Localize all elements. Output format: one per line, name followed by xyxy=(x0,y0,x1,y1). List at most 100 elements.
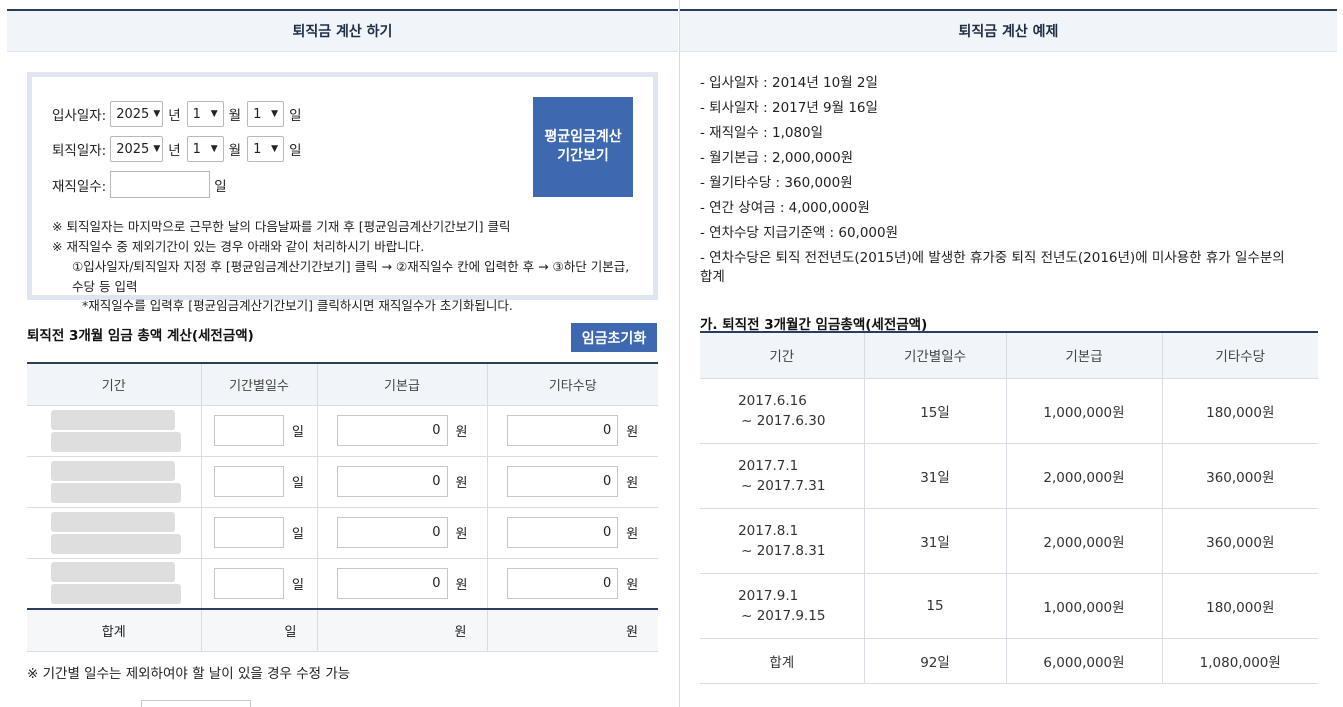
period-placeholder xyxy=(50,409,181,452)
column-header: 기간별일수 xyxy=(200,363,317,406)
sum-other: 원 xyxy=(486,608,658,652)
detail-base-pay: - 월기본급 : 2,000,000원 xyxy=(700,150,854,166)
period-start: 2017.9.1 xyxy=(738,587,799,604)
base-pay-cell: 1,000,000원 xyxy=(1005,378,1162,444)
month-unit: 월 xyxy=(228,143,242,159)
calculator-header: 퇴직금 계산 하기 xyxy=(7,9,678,52)
hire-month-select[interactable]: 1 ▼ xyxy=(186,101,224,127)
column-header: 기타수당 xyxy=(1161,332,1318,379)
column-header: 기간 xyxy=(27,363,201,406)
retire-year-select[interactable]: 2025 ▼ xyxy=(110,136,164,162)
period-end: ~ 2017.7.31 xyxy=(741,477,826,494)
days-input[interactable] xyxy=(214,517,285,548)
days-input[interactable] xyxy=(214,567,285,599)
table-row: 일 0원 0원 xyxy=(27,558,658,610)
base-pay-input[interactable]: 0 xyxy=(336,415,448,446)
base-pay-input[interactable]: 0 xyxy=(336,517,448,548)
hire-date-row: 입사일자: 2025 ▼ 년 1 ▼ 월 1 ▼ 일 xyxy=(52,101,308,127)
period-end: ~ 2017.8.31 xyxy=(741,542,826,559)
note-2: ※ 재직일수 중 제외기간이 있는 경우 아래와 같이 처리하시기 바랍니다. xyxy=(52,239,425,254)
days-unit: 일 xyxy=(292,425,304,440)
period-placeholder xyxy=(50,460,181,503)
base-pay-cell: 2,000,000원 xyxy=(1005,508,1162,574)
other-pay-input[interactable]: 0 xyxy=(507,517,619,548)
won-unit: 원 xyxy=(455,577,468,593)
hire-day-select[interactable]: 1 ▼ xyxy=(247,101,285,127)
table-row: 일 0원 0원 xyxy=(27,507,658,559)
sum-row: 합계 92일 6,000,000원 1,080,000원 xyxy=(700,638,1318,684)
period-cell: 2017.7.1 ~ 2017.7.31 xyxy=(738,456,825,496)
period-placeholder xyxy=(50,511,181,554)
table-row: 일 0원 0원 xyxy=(27,456,658,508)
period-placeholder xyxy=(50,562,181,605)
column-header: 기본급 xyxy=(316,363,487,406)
chevron-down-icon: ▼ xyxy=(153,144,161,154)
wage-section-title: 퇴직전 3개월 임금 총액 계산(세전금액) xyxy=(27,328,254,344)
days-cell: 31일 xyxy=(863,443,1006,509)
column-header: 기간 xyxy=(700,332,864,379)
other-pay-input[interactable]: 0 xyxy=(507,567,619,599)
column-header: 기타수당 xyxy=(486,363,658,406)
retire-day-select[interactable]: 1 ▼ xyxy=(247,136,285,162)
base-pay-cell: 2,000,000원 xyxy=(1005,443,1162,509)
example-header: 퇴직금 계산 예제 xyxy=(680,9,1337,52)
tenure-input[interactable] xyxy=(110,171,211,198)
base-pay-input[interactable]: 0 xyxy=(336,567,448,599)
chevron-down-icon: ▼ xyxy=(210,109,218,119)
view-period-button[interactable]: 평균임금계산 기간보기 xyxy=(533,97,633,197)
retire-date-label: 퇴직일자: xyxy=(52,143,107,159)
next-input-field[interactable] xyxy=(141,700,251,707)
tenure-unit: 일 xyxy=(214,178,227,195)
wage-input-table: 기간 기간별일수 기본급 기타수당 일 0원 0원 일 0원 0원 일 0원 0… xyxy=(27,362,658,652)
retire-date-row: 퇴직일자: 2025 ▼ 년 1 ▼ 월 1 ▼ 일 xyxy=(52,136,308,162)
other-pay-cell: 360,000원 xyxy=(1161,508,1318,574)
period-cell: 2017.9.1 ~ 2017.9.15 xyxy=(738,586,825,626)
column-header: 기본급 xyxy=(1005,332,1162,379)
note-1: ※ 퇴직일자는 마지막으로 근무한 날의 다음날짜를 기재 후 [평균임금계산기… xyxy=(52,219,511,234)
example-table-title: 가. 퇴직전 3개월간 임금총액(세전금액) xyxy=(700,317,928,333)
days-edit-note: ※ 기간별 일수는 제외하여야 할 날이 있을 경우 수정 가능 xyxy=(27,666,351,682)
note-3: ①입사일자/퇴직일자 지정 후 [평균임금계산기간보기] 클릭 → ②재직일수 … xyxy=(72,259,630,294)
days-input[interactable] xyxy=(214,466,285,497)
detail-tenure: - 재직일수 : 1,080일 xyxy=(700,125,824,141)
days-input[interactable] xyxy=(214,415,285,446)
hire-year-select[interactable]: 2025 ▼ xyxy=(110,101,164,127)
chevron-down-icon: ▼ xyxy=(271,144,279,154)
table-row: 2017.7.1 ~ 2017.7.31 31일 2,000,000원 360,0… xyxy=(700,443,1318,509)
month-unit: 월 xyxy=(228,108,242,124)
days-unit: 일 xyxy=(292,476,304,491)
won-unit: 원 xyxy=(626,425,639,440)
detail-bonus: - 연간 상여금 : 4,000,000원 xyxy=(700,200,870,216)
reset-wage-button[interactable]: 임금초기화 xyxy=(571,323,657,352)
chevron-down-icon: ▼ xyxy=(210,144,218,154)
sum-days: 일 xyxy=(200,608,317,652)
instructions: ※ 퇴직일자는 마지막으로 근무한 날의 다음날짜를 기재 후 [평균임금계산기… xyxy=(52,217,642,316)
tenure-row: 재직일수: 일 xyxy=(52,171,227,198)
other-pay-cell: 360,000원 xyxy=(1161,443,1318,509)
chevron-down-icon: ▼ xyxy=(153,109,161,119)
detail-annual-leave-base: - 연차수당 지급기준액 : 60,000원 xyxy=(700,225,899,241)
period-cell: 2017.8.1 ~ 2017.8.31 xyxy=(738,521,825,561)
detail-other-pay: - 월기타수당 : 360,000원 xyxy=(700,175,853,191)
won-unit: 원 xyxy=(626,527,639,542)
date-input-box: 입사일자: 2025 ▼ 년 1 ▼ 월 1 ▼ 일 퇴직일자: 2025 ▼ 년 1 ▼… xyxy=(27,72,658,313)
sum-base: 원 xyxy=(316,608,487,652)
base-pay-input[interactable]: 0 xyxy=(336,466,448,497)
sum-label: 합계 xyxy=(700,638,864,684)
tenure-label: 재직일수: xyxy=(52,178,107,195)
period-start: 2017.7.1 xyxy=(738,457,799,474)
calculator-panel: 퇴직금 계산 하기 입사일자: 2025 ▼ 년 1 ▼ 월 1 ▼ 일 퇴직일자: … xyxy=(0,0,678,707)
days-cell: 15일 xyxy=(863,378,1006,444)
table-row: 일 0원 0원 xyxy=(27,405,658,457)
other-pay-cell: 180,000원 xyxy=(1161,378,1318,444)
table-row: 2017.8.1 ~ 2017.8.31 31일 2,000,000원 360,0… xyxy=(700,508,1318,574)
other-pay-input[interactable]: 0 xyxy=(507,415,619,446)
won-unit: 원 xyxy=(455,527,468,542)
retire-month-select[interactable]: 1 ▼ xyxy=(186,136,224,162)
note-4: *재직일수를 입력후 [평균임금계산기간보기] 클릭하시면 재직일수가 초기화됩… xyxy=(82,298,513,313)
days-unit: 일 xyxy=(292,577,304,593)
column-header: 기간별일수 xyxy=(863,332,1006,379)
other-pay-input[interactable]: 0 xyxy=(507,466,619,497)
days-cell: 31일 xyxy=(863,508,1006,574)
detail-hire-date: - 입사일자 : 2014년 10월 2일 xyxy=(700,75,878,91)
